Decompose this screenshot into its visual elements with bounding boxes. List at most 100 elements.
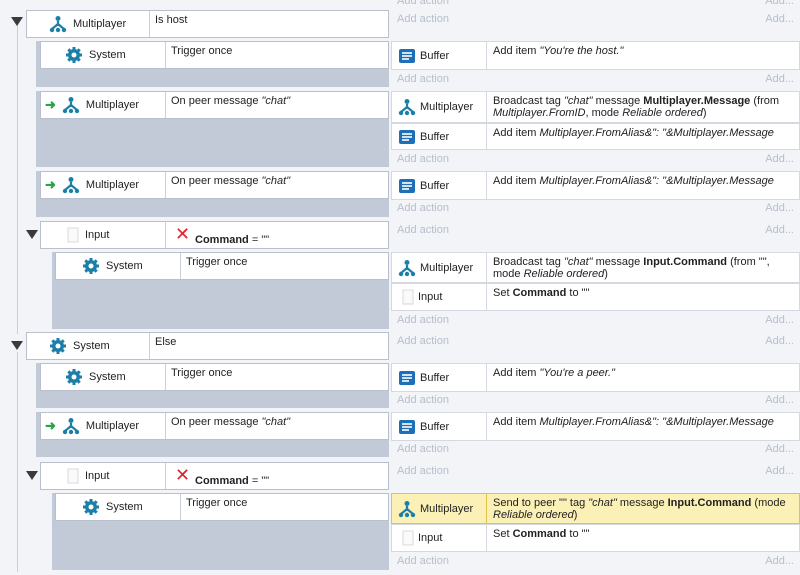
action-row[interactable]: Multiplayer Broadcast tag "chat" message… <box>391 252 800 283</box>
add-action-row[interactable]: Add action Add... <box>391 223 800 237</box>
event-condition-row[interactable]: System Trigger once <box>55 493 389 521</box>
collapse-toggle-icon[interactable] <box>11 17 23 26</box>
action-text: Set Command to "" <box>493 287 590 299</box>
condition-text: Trigger once <box>171 45 233 57</box>
add-action-row[interactable]: Add action Add... <box>391 393 800 407</box>
action-row-selected[interactable]: Multiplayer Send to peer "" tag "chat" m… <box>391 493 800 524</box>
action-text: Set Command to "" <box>493 528 590 540</box>
add-more-link[interactable]: Add... <box>765 393 794 407</box>
add-action-link[interactable]: Add action <box>397 554 449 568</box>
guide-line <box>17 352 18 572</box>
add-more-link[interactable]: Add... <box>765 223 794 237</box>
event-condition-row[interactable]: System Trigger once <box>55 252 389 280</box>
add-action-link[interactable]: Add action <box>397 334 449 348</box>
add-action-row[interactable]: Add action Add... <box>391 152 800 166</box>
collapse-toggle-icon[interactable] <box>26 471 38 480</box>
condition-text: On peer message "chat" <box>171 416 291 428</box>
input-object-icon <box>67 468 79 484</box>
add-action-row[interactable]: Add action Add... <box>391 12 800 26</box>
action-row[interactable]: Buffer Add item Multiplayer.FromAlias&":… <box>391 412 800 441</box>
add-action-link[interactable]: Add action <box>397 12 449 26</box>
object-name: Buffer <box>420 130 450 143</box>
add-more-link[interactable]: Add... <box>765 554 794 568</box>
add-more-link[interactable]: Add... <box>765 442 794 456</box>
object-name: System <box>89 49 126 61</box>
add-action-link[interactable]: Add action <box>397 201 449 215</box>
event-condition-row[interactable]: System Else <box>26 332 389 360</box>
add-action-link[interactable]: Add action <box>397 442 449 456</box>
add-action-row[interactable]: Add action Add... <box>391 0 800 8</box>
add-more-link[interactable]: Add... <box>765 12 794 26</box>
condition-text: Command = "" <box>195 234 270 246</box>
event-condition-row[interactable]: ➜ Multiplayer On peer message "chat" <box>40 171 389 199</box>
add-action-row[interactable]: Add action Add... <box>391 464 800 478</box>
invert-x-icon: ✕ <box>175 224 191 244</box>
add-action-link[interactable]: Add action <box>397 223 449 237</box>
action-row[interactable]: Buffer Add item "You're the host." <box>391 41 800 70</box>
action-row[interactable]: Buffer Add item Multiplayer.FromAlias&":… <box>391 171 800 200</box>
gear-icon <box>66 369 82 385</box>
buffer-icon <box>399 370 415 385</box>
object-name: Multiplayer <box>73 18 127 30</box>
collapse-toggle-icon[interactable] <box>26 230 38 239</box>
collapse-toggle-icon[interactable] <box>11 341 23 350</box>
input-object-icon <box>67 227 79 243</box>
event-condition-row[interactable]: System Trigger once <box>40 41 389 69</box>
input-object-icon <box>402 289 414 305</box>
gear-icon <box>83 499 99 515</box>
add-action-link[interactable]: Add action <box>397 393 449 407</box>
add-action-link[interactable]: Add action <box>397 464 449 478</box>
add-more-link[interactable]: Add... <box>765 0 794 8</box>
add-action-link[interactable]: Add action <box>397 72 449 86</box>
add-more-link[interactable]: Add... <box>765 201 794 215</box>
action-row[interactable]: Input Set Command to "" <box>391 283 800 311</box>
action-text: Add item Multiplayer.FromAlias&": "&Mult… <box>493 416 774 428</box>
object-name: Buffer <box>420 371 450 384</box>
add-more-link[interactable]: Add... <box>765 152 794 166</box>
invert-x-icon: ✕ <box>175 465 191 485</box>
buffer-icon <box>399 129 415 144</box>
object-name: System <box>106 501 143 513</box>
add-more-link[interactable]: Add... <box>765 313 794 327</box>
action-row[interactable]: Multiplayer Broadcast tag "chat" message… <box>391 91 800 123</box>
action-row[interactable]: Buffer Add item Multiplayer.FromAlias&":… <box>391 123 800 150</box>
event-condition-row[interactable]: Input ✕ Command = "" <box>40 221 389 249</box>
action-text: Add item Multiplayer.FromAlias&": "&Mult… <box>493 175 774 187</box>
condition-text: Command = "" <box>195 475 270 487</box>
multiplayer-icon <box>398 500 416 517</box>
add-action-row[interactable]: Add action Add... <box>391 442 800 456</box>
add-more-link[interactable]: Add... <box>765 334 794 348</box>
add-action-row[interactable]: Add action Add... <box>391 201 800 215</box>
object-name: Buffer <box>420 420 450 433</box>
object-name: Multiplayer <box>420 261 474 274</box>
multiplayer-icon <box>49 16 67 33</box>
add-action-link[interactable]: Add action <box>397 0 449 8</box>
event-condition-row[interactable]: Multiplayer Is host <box>26 10 389 38</box>
event-sheet: Add action Add... Multiplayer Is host Ad… <box>0 0 800 575</box>
add-action-row[interactable]: Add action Add... <box>391 313 800 327</box>
condition-text: Trigger once <box>186 256 248 268</box>
add-action-link[interactable]: Add action <box>397 313 449 327</box>
action-row[interactable]: Input Set Command to "" <box>391 524 800 552</box>
add-more-link[interactable]: Add... <box>765 464 794 478</box>
add-action-link[interactable]: Add action <box>397 152 449 166</box>
event-condition-row[interactable]: System Trigger once <box>40 363 389 391</box>
event-condition-row[interactable]: ➜ Multiplayer On peer message "chat" <box>40 412 389 440</box>
add-more-link[interactable]: Add... <box>765 72 794 86</box>
trigger-arrow-icon: ➜ <box>45 97 56 112</box>
multiplayer-icon <box>398 259 416 276</box>
event-condition-row[interactable]: ➜ Multiplayer On peer message "chat" <box>40 91 389 119</box>
guide-line <box>17 24 18 334</box>
condition-text: On peer message "chat" <box>171 95 291 107</box>
add-action-row[interactable]: Add action Add... <box>391 334 800 348</box>
action-row[interactable]: Buffer Add item "You're a peer." <box>391 363 800 392</box>
add-action-row[interactable]: Add action Add... <box>391 72 800 86</box>
object-name: System <box>73 340 110 352</box>
add-action-row[interactable]: Add action Add... <box>391 554 800 568</box>
object-name: Input <box>85 229 110 241</box>
object-name: Buffer <box>420 49 450 62</box>
event-condition-row[interactable]: Input ✕ Command = "" <box>40 462 389 490</box>
buffer-icon <box>399 178 415 193</box>
object-name: Multiplayer <box>85 179 140 191</box>
object-name: Input <box>418 291 443 303</box>
